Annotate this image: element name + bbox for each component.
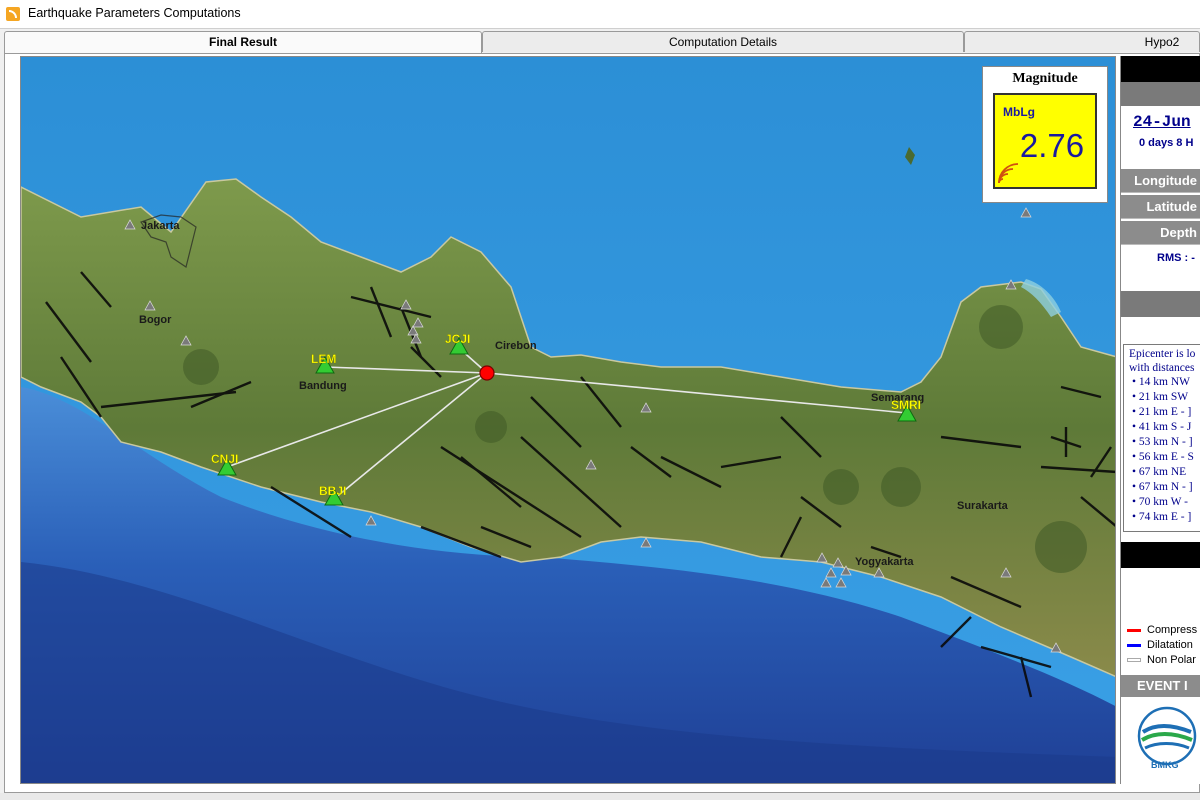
tab-hypo2[interactable]: Hypo2 xyxy=(964,31,1200,52)
epicenter-description: Epicenter is lo with distances 14 km NW … xyxy=(1123,344,1200,532)
list-item: 74 km E - ] xyxy=(1132,510,1194,525)
bmkg-logo-text: BMKG xyxy=(1151,760,1179,770)
rss-feed-icon xyxy=(6,7,20,21)
magnitude-value: 2.76 xyxy=(1019,127,1085,164)
epicenter-heading-line1: Epicenter is lo xyxy=(1129,348,1196,360)
side-header-bar xyxy=(1121,56,1200,82)
event-date: 24-Jun xyxy=(1133,113,1191,131)
city-cirebon: Cirebon xyxy=(495,340,537,352)
elapsed-time: 0 days 8 H xyxy=(1139,137,1194,149)
list-item: 67 km N - ] xyxy=(1132,480,1194,495)
station-jcji-label: JCJI xyxy=(445,332,470,346)
epicenter-section-bar xyxy=(1121,291,1200,317)
city-bogor: Bogor xyxy=(139,314,172,326)
magnitude-type: MbLg xyxy=(1003,105,1035,119)
magnitude-panel: MbLg 2.76 xyxy=(993,93,1097,189)
bmkg-logo: BMKG xyxy=(1131,702,1200,776)
tab-computation-details[interactable]: Computation Details xyxy=(482,31,964,52)
city-yogyakarta: Yogyakarta xyxy=(855,556,914,568)
list-item: 67 km NE xyxy=(1132,465,1194,480)
tab-final-result[interactable]: Final Result xyxy=(4,31,482,53)
station-smri-label: SMRI xyxy=(891,398,921,412)
legend-dilatation: Dilatation xyxy=(1127,639,1193,651)
distance-list: 14 km NW 21 km SW 21 km E - ] 41 km S - … xyxy=(1132,375,1194,525)
seismic-wave-icon xyxy=(998,163,1019,184)
map-canvas: Jakarta Bogor Bandung Cirebon Semarang S… xyxy=(21,57,1115,783)
legend-compression: Compress xyxy=(1127,624,1197,636)
city-bandung: Bandung xyxy=(299,380,347,392)
magnitude-title: Magnitude xyxy=(1012,71,1078,86)
title-bar: Earthquake Parameters Computations xyxy=(0,0,1200,29)
legend-non-polar: Non Polar xyxy=(1127,654,1196,666)
rms-value: RMS : - xyxy=(1157,252,1195,264)
latitude-label: Latitude xyxy=(1121,195,1200,219)
list-item: 41 km S - J xyxy=(1132,420,1194,435)
list-item: 21 km E - ] xyxy=(1132,405,1194,420)
focal-section-bar xyxy=(1121,542,1200,568)
epicenter-heading-line2: with distances xyxy=(1129,362,1195,374)
legend-swatch-white xyxy=(1127,658,1141,663)
station-bbji-label: BBJI xyxy=(319,484,346,498)
side-subheader-bar xyxy=(1121,82,1200,106)
result-side-panel: 24-Jun 0 days 8 H Longitude Latitude Dep… xyxy=(1120,56,1200,784)
magnitude-box: Magnitude MbLg 2.76 xyxy=(982,66,1108,203)
window-title: Earthquake Parameters Computations xyxy=(28,6,241,20)
city-jakarta: Jakarta xyxy=(141,220,180,232)
list-item: 56 km E - S xyxy=(1132,450,1194,465)
depth-label: Depth xyxy=(1121,221,1200,245)
list-item: 14 km NW xyxy=(1132,375,1194,390)
longitude-label: Longitude xyxy=(1121,169,1200,193)
legend-swatch-red xyxy=(1127,628,1141,632)
list-item: 70 km W - xyxy=(1132,495,1194,510)
status-strip xyxy=(0,793,1200,800)
legend-swatch-blue xyxy=(1127,643,1141,647)
epicenter-marker[interactable] xyxy=(479,365,495,381)
list-item: 53 km N - ] xyxy=(1132,435,1194,450)
station-cnji-label: CNJI xyxy=(211,452,238,466)
list-item: 21 km SW xyxy=(1132,390,1194,405)
station-lem-label: LEM xyxy=(311,352,336,366)
event-id-label: EVENT I xyxy=(1121,675,1200,697)
city-surakarta: Surakarta xyxy=(957,500,1009,512)
tab-bar: Final Result Computation Details Hypo2 xyxy=(4,31,1200,53)
epicenter-map[interactable]: Jakarta Bogor Bandung Cirebon Semarang S… xyxy=(20,56,1116,784)
